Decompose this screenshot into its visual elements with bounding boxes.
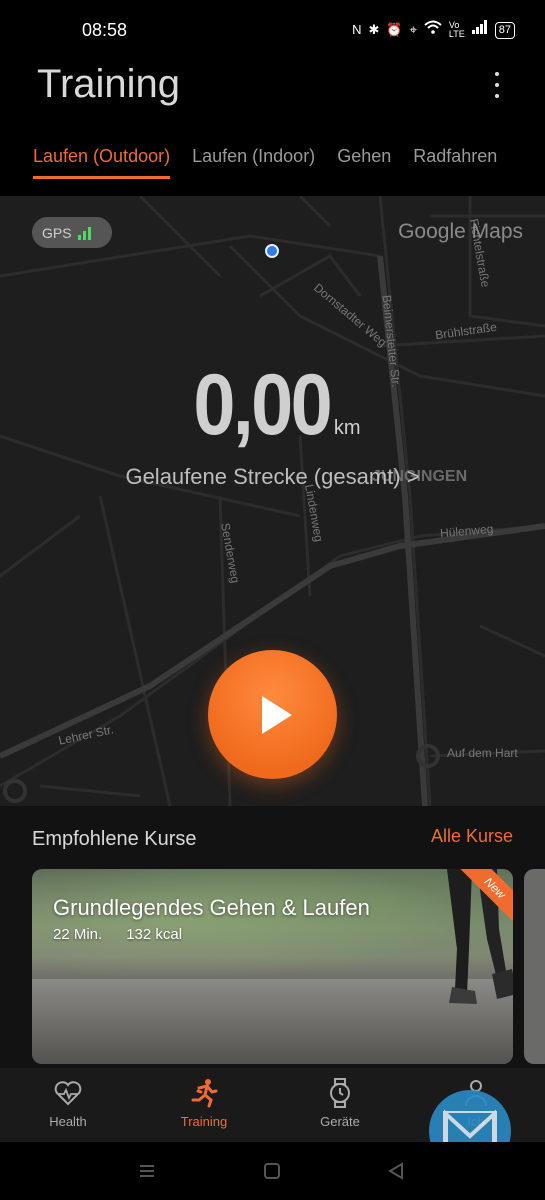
- signal-icon: [471, 20, 488, 40]
- nav-label: Health: [49, 1114, 87, 1129]
- recommended-courses: Empfohlene Kurse Alle Kurse Grundlegende…: [0, 806, 545, 1068]
- course-calories: 132 kcal: [126, 926, 183, 943]
- recent-apps-icon[interactable]: [138, 1162, 156, 1180]
- total-distance-link[interactable]: Gelaufene Strecke (gesamt) >: [0, 464, 545, 490]
- home-icon[interactable]: [263, 1162, 281, 1180]
- map-view[interactable]: Dornstadter Weg Beimerstetter Str. Brühl…: [0, 196, 545, 806]
- bluetooth-icon: ✱: [368, 22, 380, 37]
- nav-health[interactable]: Health: [0, 1068, 136, 1142]
- distance-display: 0,00 km: [0, 356, 545, 455]
- gps-indicator: GPS: [32, 217, 112, 248]
- nav-geraete[interactable]: Geräte: [272, 1068, 408, 1142]
- all-courses-link[interactable]: Alle Kurse: [431, 826, 513, 847]
- start-workout-button[interactable]: [208, 650, 337, 779]
- wifi-icon: [424, 20, 442, 40]
- back-icon[interactable]: [387, 1162, 405, 1180]
- runner-icon: [191, 1079, 218, 1108]
- course-duration: 22 Min.: [53, 926, 103, 943]
- location-icon: ⌖: [409, 22, 417, 37]
- battery-icon: 87: [494, 21, 515, 39]
- activity-tabs: Laufen (Outdoor) Laufen (Indoor) Gehen R…: [33, 146, 497, 179]
- tab-laufen-indoor[interactable]: Laufen (Indoor): [192, 146, 315, 179]
- gps-label: GPS: [42, 224, 72, 241]
- courses-title: Empfohlene Kurse: [32, 828, 197, 850]
- page-title: Training: [37, 62, 181, 106]
- current-location-icon: [265, 244, 279, 258]
- status-icons: N ✱ ⏰ ⌖ Vo LTE 87: [352, 20, 515, 40]
- play-icon: [261, 695, 292, 734]
- nav-label: Geräte: [320, 1114, 360, 1129]
- alarm-icon: ⏰: [386, 22, 403, 37]
- street-label: Auf dem Hart: [447, 746, 518, 760]
- distance-value: 0,00: [193, 357, 333, 453]
- status-time: 08:58: [82, 20, 128, 40]
- volte-icon: Vo LTE: [448, 20, 465, 39]
- gps-signal-icon: [77, 226, 91, 240]
- status-bar: 08:58 N ✱ ⏰ ⌖ Vo LTE 87: [0, 0, 545, 60]
- system-navigation-bar: [0, 1142, 545, 1200]
- tab-gehen[interactable]: Gehen: [337, 146, 391, 179]
- nav-label: Training: [180, 1114, 228, 1129]
- course-meta: 22 Min. 132 kcal: [53, 926, 182, 943]
- more-options-icon[interactable]: [487, 70, 507, 100]
- heart-pulse-icon: [54, 1081, 82, 1106]
- distance-unit: km: [333, 417, 361, 439]
- nfc-icon: N: [352, 22, 362, 37]
- course-card[interactable]: Grundlegendes Gehen & Laufen 22 Min. 132…: [32, 869, 513, 1064]
- tab-radfahren[interactable]: Radfahren: [413, 146, 497, 179]
- course-title: Grundlegendes Gehen & Laufen: [53, 895, 370, 920]
- tab-laufen-outdoor[interactable]: Laufen (Outdoor): [33, 146, 171, 179]
- next-course-card[interactable]: [524, 869, 545, 1064]
- map-brand: Google Maps: [398, 220, 523, 243]
- nav-training[interactable]: Training: [136, 1068, 272, 1142]
- watch-icon: [330, 1078, 350, 1108]
